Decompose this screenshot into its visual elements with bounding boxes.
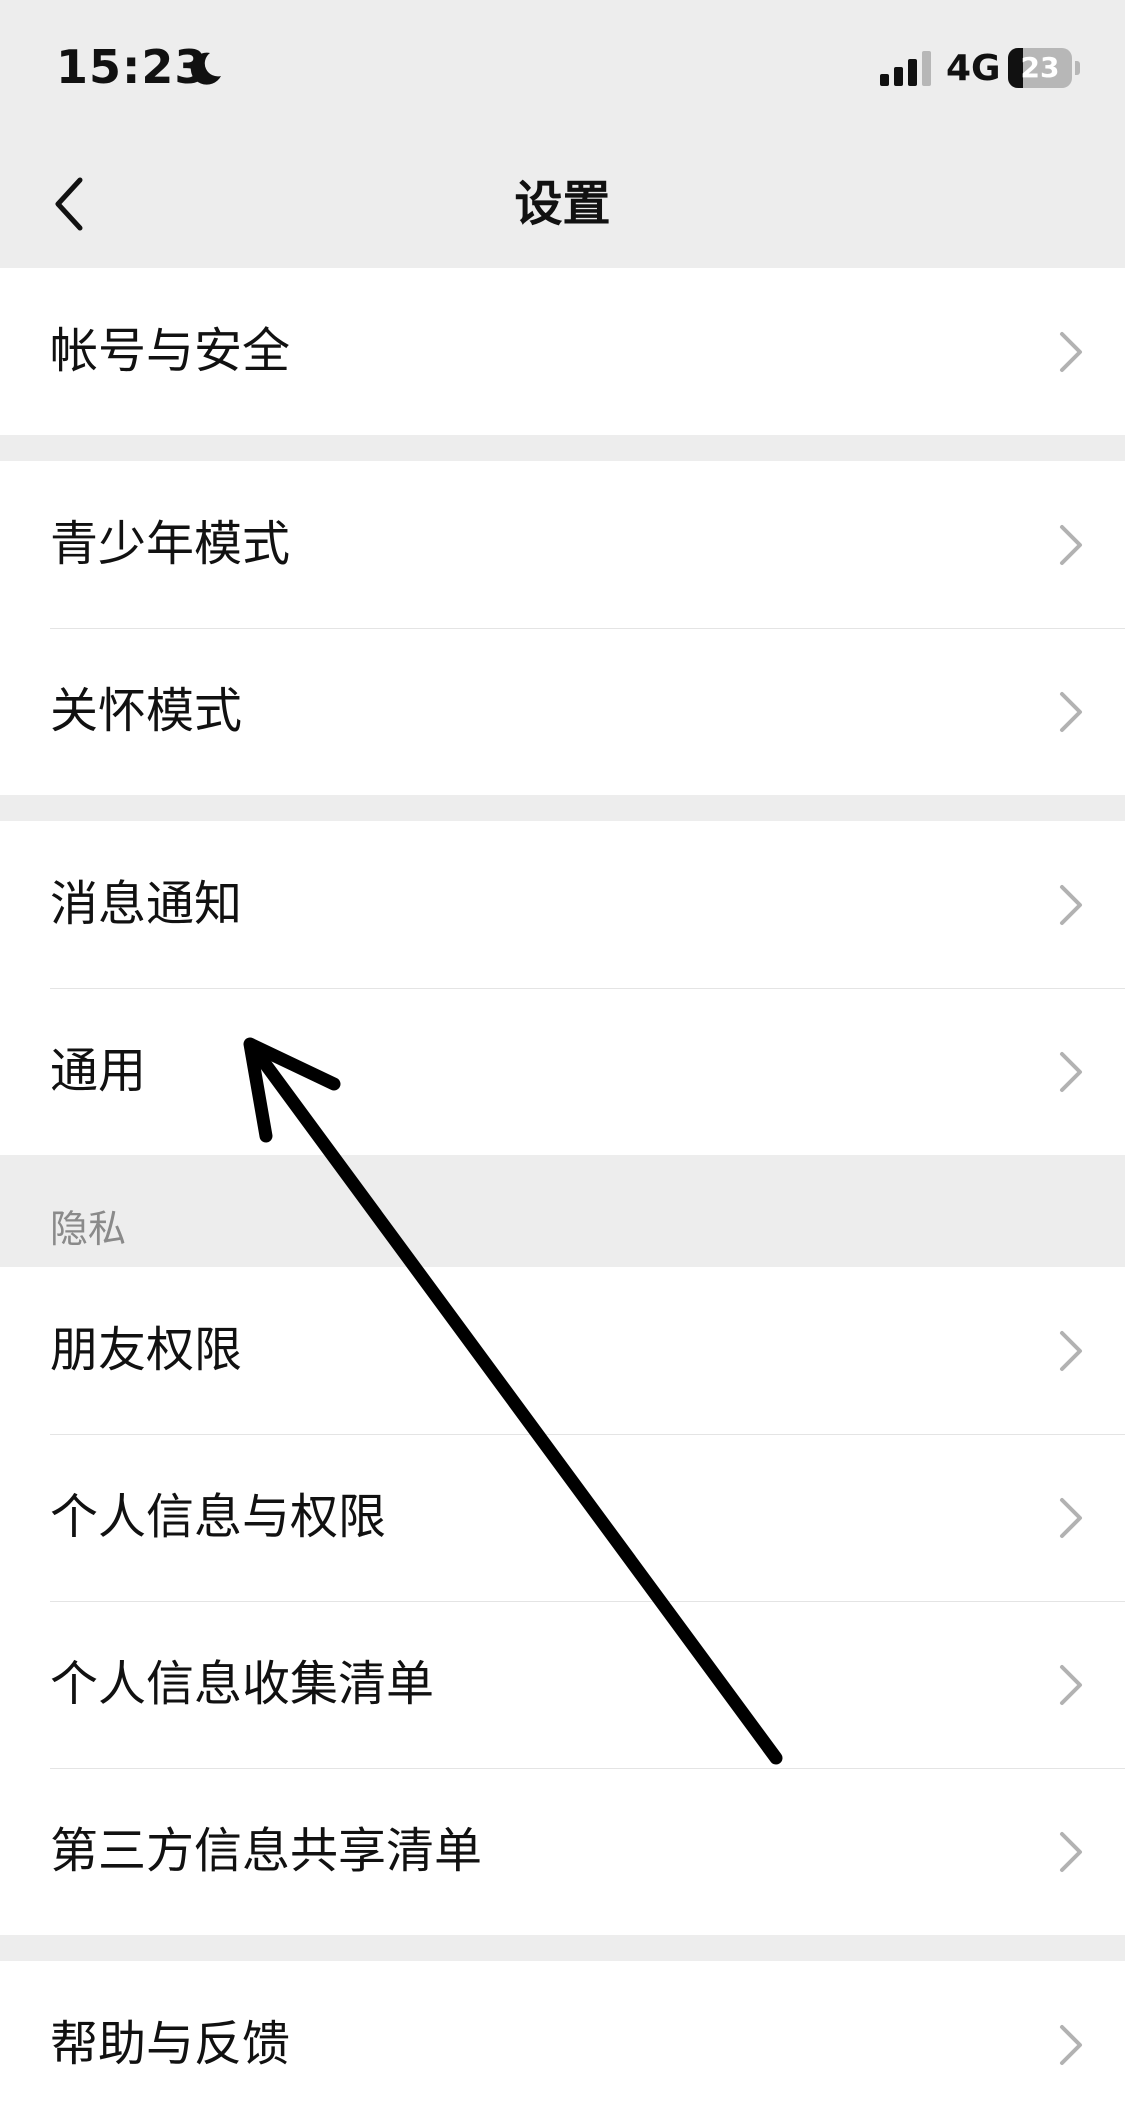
row-label: 朋友权限 [50,1322,243,1378]
battery-icon: 23 [1008,48,1080,88]
section-gap [0,795,1125,821]
nav-bar: 设置 [0,140,1125,268]
settings-row-info-collection-list[interactable]: 个人信息收集清单 [0,1601,1125,1768]
chevron-right-icon [1060,332,1082,372]
settings-row-account-security[interactable]: 帐号与安全 [0,268,1125,435]
chevron-right-icon [1060,692,1082,732]
chevron-right-icon [1060,2025,1082,2065]
group-privacy: 朋友权限 个人信息与权限 个人信息收集清单 第三方信息共享清单 [0,1267,1125,1935]
settings-row-youth-mode[interactable]: 青少年模式 [0,461,1125,628]
chevron-right-icon [1060,1052,1082,1092]
section-gap [0,1935,1125,1961]
battery-percentage: 23 [1020,51,1060,84]
settings-row-friend-permissions[interactable]: 朋友权限 [0,1267,1125,1434]
chevron-right-icon [1060,1832,1082,1872]
row-label: 消息通知 [50,876,243,932]
signal-icon [880,51,931,86]
settings-row-third-party-sharing-list[interactable]: 第三方信息共享清单 [0,1768,1125,1935]
chevron-right-icon [1060,525,1082,565]
section-title: 隐私 [50,1207,127,1251]
settings-row-help-feedback[interactable]: 帮助与反馈 [0,1961,1125,2128]
group-support: 帮助与反馈 [0,1961,1125,2128]
chevron-right-icon [1060,885,1082,925]
chevron-right-icon [1060,1665,1082,1705]
row-label: 帐号与安全 [50,323,291,379]
status-bar: 15:23 4G 23 [0,0,1125,140]
page-title: 设置 [514,176,611,232]
chevron-left-icon [55,177,83,231]
settings-row-personal-info-permissions[interactable]: 个人信息与权限 [0,1434,1125,1601]
back-button[interactable] [36,164,116,244]
group-account: 帐号与安全 [0,268,1125,435]
chevron-right-icon [1060,1498,1082,1538]
row-label: 通用 [50,1043,147,1099]
row-label: 帮助与反馈 [50,2016,291,2072]
network-type: 4G [946,48,1001,89]
chevron-right-icon [1060,1331,1082,1371]
row-label: 青少年模式 [50,516,291,572]
row-label: 关怀模式 [50,683,243,739]
settings-row-care-mode[interactable]: 关怀模式 [0,628,1125,795]
section-header-privacy: 隐私 [0,1155,1125,1267]
section-gap [0,435,1125,461]
row-label: 第三方信息共享清单 [50,1823,483,1879]
moon-icon [190,52,221,85]
row-label: 个人信息收集清单 [50,1656,435,1712]
status-time: 15:23 [56,40,208,94]
settings-row-notifications[interactable]: 消息通知 [0,821,1125,988]
settings-row-general[interactable]: 通用 [0,988,1125,1155]
row-label: 个人信息与权限 [50,1489,387,1545]
settings-list: 帐号与安全 青少年模式 关怀模式 消息通知 通用 隐私 朋友权限 个人信息与权限… [0,268,1125,2128]
group-general: 消息通知 通用 [0,821,1125,1155]
group-modes: 青少年模式 关怀模式 [0,461,1125,795]
